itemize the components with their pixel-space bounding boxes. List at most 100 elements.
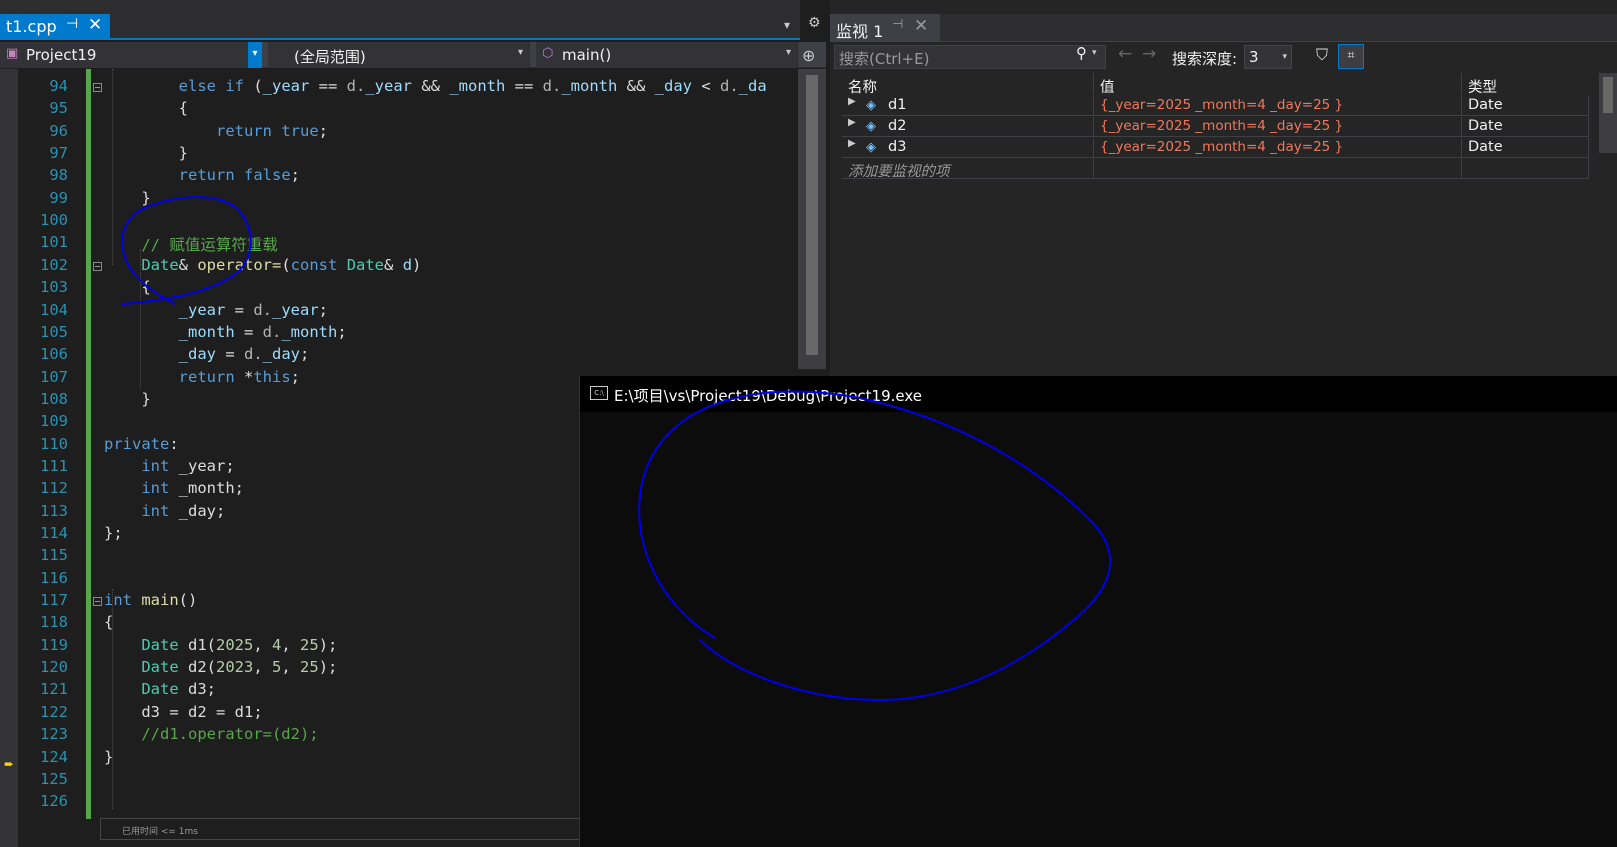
tab-watch-1[interactable]: 监视 1 ⊣ ✕ xyxy=(830,14,940,42)
column-header-type[interactable]: 类型 xyxy=(1462,73,1589,96)
code-token: _month xyxy=(449,77,506,95)
code-line[interactable]: // 赋值运算符重载 xyxy=(104,233,278,255)
watch-toolbar: 搜索(Ctrl+E) ⚲ ▾ ← → 搜索深度: 3 ▾ ⛉ ⌗ xyxy=(830,43,1617,71)
code-line[interactable]: { xyxy=(104,278,150,296)
watch-value-cell[interactable]: {_year=2025 _month=4 _day=25 } xyxy=(1094,117,1462,137)
console-window[interactable]: C:\ E:\项目\vs\Project19\Debug\Project19.e… xyxy=(579,376,1617,847)
editor-scrollbar[interactable] xyxy=(798,69,826,369)
code-token: _day; xyxy=(169,501,226,520)
hex-display-toggle[interactable]: ⌗ xyxy=(1338,44,1364,69)
console-titlebar[interactable]: C:\ E:\项目\vs\Project19\Debug\Project19.e… xyxy=(580,376,1617,412)
code-token: 5 xyxy=(272,658,282,677)
column-header-value[interactable]: 值 xyxy=(1094,73,1462,96)
code-token: Date xyxy=(141,255,179,274)
fold-toggle-icon[interactable]: − xyxy=(93,261,102,271)
project-dropdown[interactable]: ▣ Project19 ▾ xyxy=(0,42,262,68)
search-input[interactable]: 搜索(Ctrl+E) xyxy=(834,45,1106,69)
code-line[interactable]: } xyxy=(104,189,150,207)
function-label: main() xyxy=(562,46,612,64)
code-line[interactable]: int main() xyxy=(104,591,197,609)
search-depth-value: 3 xyxy=(1249,48,1259,66)
line-number: 101 xyxy=(40,233,68,252)
code-line[interactable]: }; xyxy=(104,524,123,542)
add-watch-row[interactable]: 添加要监视的项 xyxy=(842,159,1589,179)
code-token: 25 xyxy=(300,658,319,677)
split-editor-icon[interactable]: ⊕ xyxy=(802,46,815,65)
watch-value-cell[interactable]: {_year=2025 _month=4 _day=25 } xyxy=(1094,96,1462,116)
function-dropdown[interactable]: ⬡ main() ▾ xyxy=(536,42,798,68)
pin-icon[interactable]: ⊣ xyxy=(892,17,903,32)
back-arrow-icon[interactable]: ← xyxy=(1118,44,1132,64)
variable-name: d1 xyxy=(888,97,907,113)
expand-arrow-icon[interactable]: ▶ xyxy=(848,138,856,149)
gear-icon[interactable]: ⚙ xyxy=(808,15,821,31)
code-token: int xyxy=(141,456,170,475)
watch-name-cell[interactable]: ▶ ◈ d3 xyxy=(842,138,1094,158)
code-line[interactable]: //d1.operator=(d2); xyxy=(104,725,318,743)
code-line[interactable]: Date d2(2023, 5, 25); xyxy=(104,658,337,676)
code-token: d. xyxy=(243,345,263,364)
search-depth-select[interactable]: 3 ▾ xyxy=(1244,45,1292,69)
scrollbar-thumb[interactable] xyxy=(806,75,818,355)
code-line[interactable]: return true; xyxy=(104,122,328,140)
indent-guide xyxy=(112,69,113,265)
watch-name-cell[interactable]: ▶ ◈ d2 xyxy=(842,117,1094,137)
fold-toggle-icon[interactable]: − xyxy=(93,597,102,607)
code-line[interactable]: private: xyxy=(104,435,179,453)
tab-t1-cpp[interactable]: t1.cpp ⊣ ✕ xyxy=(0,14,110,40)
code-token: = xyxy=(160,702,188,721)
code-line[interactable]: _year = d._year; xyxy=(104,301,328,319)
line-number: 125 xyxy=(40,769,68,788)
expand-arrow-icon[interactable]: ▶ xyxy=(848,117,856,128)
tab-overflow-dropdown-icon[interactable]: ▾ xyxy=(784,18,790,32)
code-token: this xyxy=(253,367,291,386)
code-line[interactable]: int _month; xyxy=(104,479,244,497)
code-line[interactable]: _day = d._day; xyxy=(104,345,310,364)
watch-name-cell[interactable]: ▶ ◈ d1 xyxy=(842,96,1094,116)
watch-row[interactable]: ▶ ◈ d1 {_year=2025 _month=4 _day=25 } Da… xyxy=(842,96,1589,116)
code-token: Date xyxy=(346,255,385,274)
code-line[interactable]: else if (_year == d._year && _month == d… xyxy=(104,77,767,95)
code-token: & xyxy=(178,255,198,274)
close-icon[interactable]: ✕ xyxy=(88,15,102,35)
watch-value-cell[interactable]: {_year=2025 _month=4 _day=25 } xyxy=(1094,138,1462,158)
chevron-down-icon[interactable]: ▾ xyxy=(1092,48,1097,58)
chevron-down-icon[interactable]: ▾ xyxy=(248,42,262,68)
code-line[interactable]: return *this; xyxy=(104,368,300,386)
fold-toggle-icon[interactable]: − xyxy=(93,83,102,92)
search-icon[interactable]: ⚲ xyxy=(1076,44,1087,62)
column-header-name[interactable]: 名称 xyxy=(842,73,1094,96)
code-line[interactable]: Date d1(2025, 4, 25); xyxy=(104,636,337,654)
code-token: , xyxy=(253,658,273,677)
scrollbar-thumb[interactable] xyxy=(1603,77,1613,113)
watch-scrollbar[interactable] xyxy=(1599,73,1617,153)
code-token: ( xyxy=(281,255,291,274)
code-line[interactable]: Date& operator=(const Date& d) xyxy=(104,256,421,274)
pin-icon[interactable]: ⊣ xyxy=(66,16,78,32)
code-line[interactable]: { xyxy=(104,99,188,117)
forward-arrow-icon[interactable]: → xyxy=(1142,44,1156,64)
filter-icon[interactable]: ⛉ xyxy=(1316,45,1328,65)
code-line[interactable]: Date d3; xyxy=(104,680,216,698)
breakpoint-margin[interactable] xyxy=(0,69,18,847)
code-line[interactable]: } xyxy=(104,390,150,408)
code-line[interactable]: int _day; xyxy=(104,502,225,520)
code-line[interactable]: } xyxy=(104,144,188,162)
code-line[interactable]: return false; xyxy=(104,166,300,184)
watch-row[interactable]: ▶ ◈ d3 {_year=2025 _month=4 _day=25 } Da… xyxy=(842,138,1589,158)
close-icon[interactable]: ✕ xyxy=(914,16,928,36)
add-watch-input[interactable]: 添加要监视的项 xyxy=(842,159,1094,179)
line-number: 105 xyxy=(40,322,68,341)
code-line[interactable]: int _year; xyxy=(104,456,234,475)
line-number: 126 xyxy=(40,792,68,811)
scope-dropdown[interactable]: (全局范围) ▾ xyxy=(268,42,530,68)
watch-row[interactable]: ▶ ◈ d2 {_year=2025 _month=4 _day=25 } Da… xyxy=(842,117,1589,137)
expand-arrow-icon[interactable]: ▶ xyxy=(848,96,856,107)
code-token: 25 xyxy=(300,635,319,654)
code-line[interactable]: d3 = d2 = d1; xyxy=(104,702,262,721)
